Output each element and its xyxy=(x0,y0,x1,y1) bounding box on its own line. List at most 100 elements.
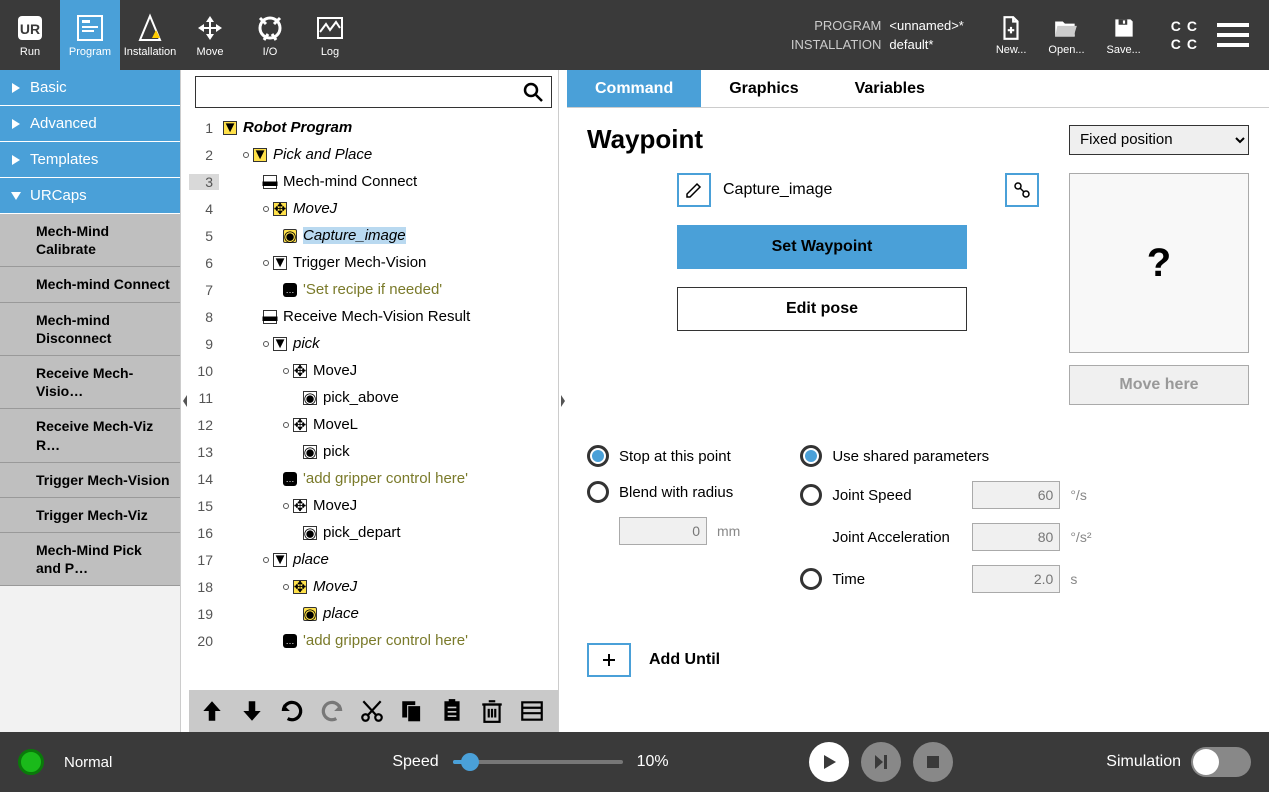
tree-node-label: place xyxy=(293,551,329,568)
joint-speed-input[interactable] xyxy=(972,481,1060,509)
tab-variables[interactable]: Variables xyxy=(827,70,953,107)
tab-log[interactable]: Log xyxy=(300,0,360,70)
sidebar-cat-advanced[interactable]: Advanced xyxy=(0,106,180,142)
tree-row[interactable]: 9▼pick xyxy=(189,330,558,357)
shared-radio[interactable] xyxy=(800,445,822,467)
tree-row[interactable]: 10✥MoveJ xyxy=(189,357,558,384)
stop-button[interactable] xyxy=(913,742,953,782)
cc-indicator: CCCC xyxy=(1171,18,1197,52)
urcap-item[interactable]: Trigger Mech-Vision xyxy=(0,463,180,498)
time-input[interactable] xyxy=(972,565,1060,593)
tree-row[interactable]: 2▼Pick and Place xyxy=(189,141,558,168)
blend-radio[interactable] xyxy=(587,481,609,503)
tab-run[interactable]: UR Run xyxy=(0,0,60,70)
search-input[interactable] xyxy=(196,77,515,107)
urcap-item[interactable]: Mech-Mind Calibrate xyxy=(0,214,180,267)
urcap-item[interactable]: Receive Mech-Viz R… xyxy=(0,409,180,462)
sidebar-cat-basic[interactable]: Basic xyxy=(0,70,180,106)
line-number: 19 xyxy=(189,606,219,622)
add-until-label: Add Until xyxy=(649,651,720,669)
redo-icon[interactable] xyxy=(319,698,345,724)
tab-program[interactable]: Program xyxy=(60,0,120,70)
paste-icon[interactable] xyxy=(439,698,465,724)
status-dot[interactable] xyxy=(18,749,44,775)
move-up-icon[interactable] xyxy=(199,698,225,724)
tree-node-label: MoveJ xyxy=(313,497,357,514)
open-button[interactable]: Open... xyxy=(1048,15,1084,56)
tree-row[interactable]: 5◉Capture_image xyxy=(189,222,558,249)
tree-row[interactable]: 13◉pick xyxy=(189,438,558,465)
joint-speed-radio[interactable] xyxy=(800,484,822,506)
menu-icon[interactable] xyxy=(1215,21,1251,49)
tree-row[interactable]: 16◉pick_depart xyxy=(189,519,558,546)
urcap-item[interactable]: Mech-mind Connect xyxy=(0,267,180,302)
tab-command[interactable]: Command xyxy=(567,70,701,107)
urcap-item[interactable]: Mech-mind Disconnect xyxy=(0,303,180,356)
time-label: Time xyxy=(832,571,962,588)
tree-row[interactable]: 11◉pick_above xyxy=(189,384,558,411)
delete-icon[interactable] xyxy=(479,698,505,724)
tab-installation[interactable]: Installation xyxy=(120,0,180,70)
undo-icon[interactable] xyxy=(279,698,305,724)
bottom-bar: Normal Speed 10% Simulation xyxy=(0,732,1269,792)
rename-button[interactable] xyxy=(677,173,711,207)
blend-unit: mm xyxy=(717,523,740,539)
tab-program-label: Program xyxy=(69,46,111,58)
tree-row[interactable]: 14…'add gripper control here' xyxy=(189,465,558,492)
position-mode-select[interactable]: Fixed position xyxy=(1069,125,1249,155)
urcap-item[interactable]: Mech-Mind Pick and P… xyxy=(0,533,180,586)
tree-row[interactable]: 7…'Set recipe if needed' xyxy=(189,276,558,303)
step-button[interactable] xyxy=(861,742,901,782)
tree-row[interactable]: 19◉place xyxy=(189,600,558,627)
suppress-icon[interactable] xyxy=(519,698,545,724)
urcap-item[interactable]: Trigger Mech-Viz xyxy=(0,498,180,533)
urcap-item[interactable]: Receive Mech-Visio… xyxy=(0,356,180,409)
set-waypoint-button[interactable]: Set Waypoint xyxy=(677,225,967,269)
search-button[interactable] xyxy=(515,77,551,107)
move-here-button[interactable]: Move here xyxy=(1069,365,1249,405)
stop-radio[interactable] xyxy=(587,445,609,467)
link-button[interactable] xyxy=(1005,173,1039,207)
new-button[interactable]: New... xyxy=(996,15,1027,56)
tab-installation-label: Installation xyxy=(124,46,177,58)
tree-row[interactable]: 8▬Receive Mech-Vision Result xyxy=(189,303,558,330)
tree-row[interactable]: 15✥MoveJ xyxy=(189,492,558,519)
copy-icon[interactable] xyxy=(399,698,425,724)
tree-row[interactable]: 18✥MoveJ xyxy=(189,573,558,600)
line-number: 5 xyxy=(189,228,219,244)
splitter-left[interactable] xyxy=(181,70,189,732)
tree-row[interactable]: 3▬Mech-mind Connect xyxy=(189,168,558,195)
tree-node-label: Trigger Mech-Vision xyxy=(293,254,426,271)
speed-slider[interactable] xyxy=(453,760,623,764)
play-button[interactable] xyxy=(809,742,849,782)
sidebar-cat-label: Templates xyxy=(30,151,98,168)
program-tree[interactable]: 1▼Robot Program2▼Pick and Place3▬Mech-mi… xyxy=(189,110,558,690)
tree-row[interactable]: 4✥MoveJ xyxy=(189,195,558,222)
simulation-toggle[interactable] xyxy=(1191,747,1251,777)
tree-node-label: pick xyxy=(323,443,350,460)
command-title: Waypoint xyxy=(587,124,703,155)
tree-row[interactable]: 12✥MoveL xyxy=(189,411,558,438)
blend-value-input[interactable] xyxy=(619,517,707,545)
edit-pose-button[interactable]: Edit pose xyxy=(677,287,967,331)
tab-io[interactable]: I/O xyxy=(240,0,300,70)
tab-graphics[interactable]: Graphics xyxy=(701,70,826,107)
joint-accel-input[interactable] xyxy=(972,523,1060,551)
tab-move[interactable]: Move xyxy=(180,0,240,70)
save-button[interactable]: Save... xyxy=(1107,15,1141,56)
time-radio[interactable] xyxy=(800,568,822,590)
plus-icon xyxy=(601,652,617,668)
program-tree-panel: 1▼Robot Program2▼Pick and Place3▬Mech-mi… xyxy=(189,70,559,732)
sidebar-cat-templates[interactable]: Templates xyxy=(0,142,180,178)
tree-row[interactable]: 1▼Robot Program xyxy=(189,114,558,141)
add-until-button[interactable] xyxy=(587,643,631,677)
tree-row[interactable]: 6▼Trigger Mech-Vision xyxy=(189,249,558,276)
tree-row[interactable]: 17▼place xyxy=(189,546,558,573)
tree-node-label: MoveL xyxy=(313,416,358,433)
cut-icon[interactable] xyxy=(359,698,385,724)
sidebar-cat-label: Basic xyxy=(30,79,67,96)
tree-row[interactable]: 20…'add gripper control here' xyxy=(189,627,558,654)
sidebar-cat-urcaps[interactable]: URCaps xyxy=(0,178,180,214)
move-down-icon[interactable] xyxy=(239,698,265,724)
splitter-right[interactable] xyxy=(559,70,567,732)
